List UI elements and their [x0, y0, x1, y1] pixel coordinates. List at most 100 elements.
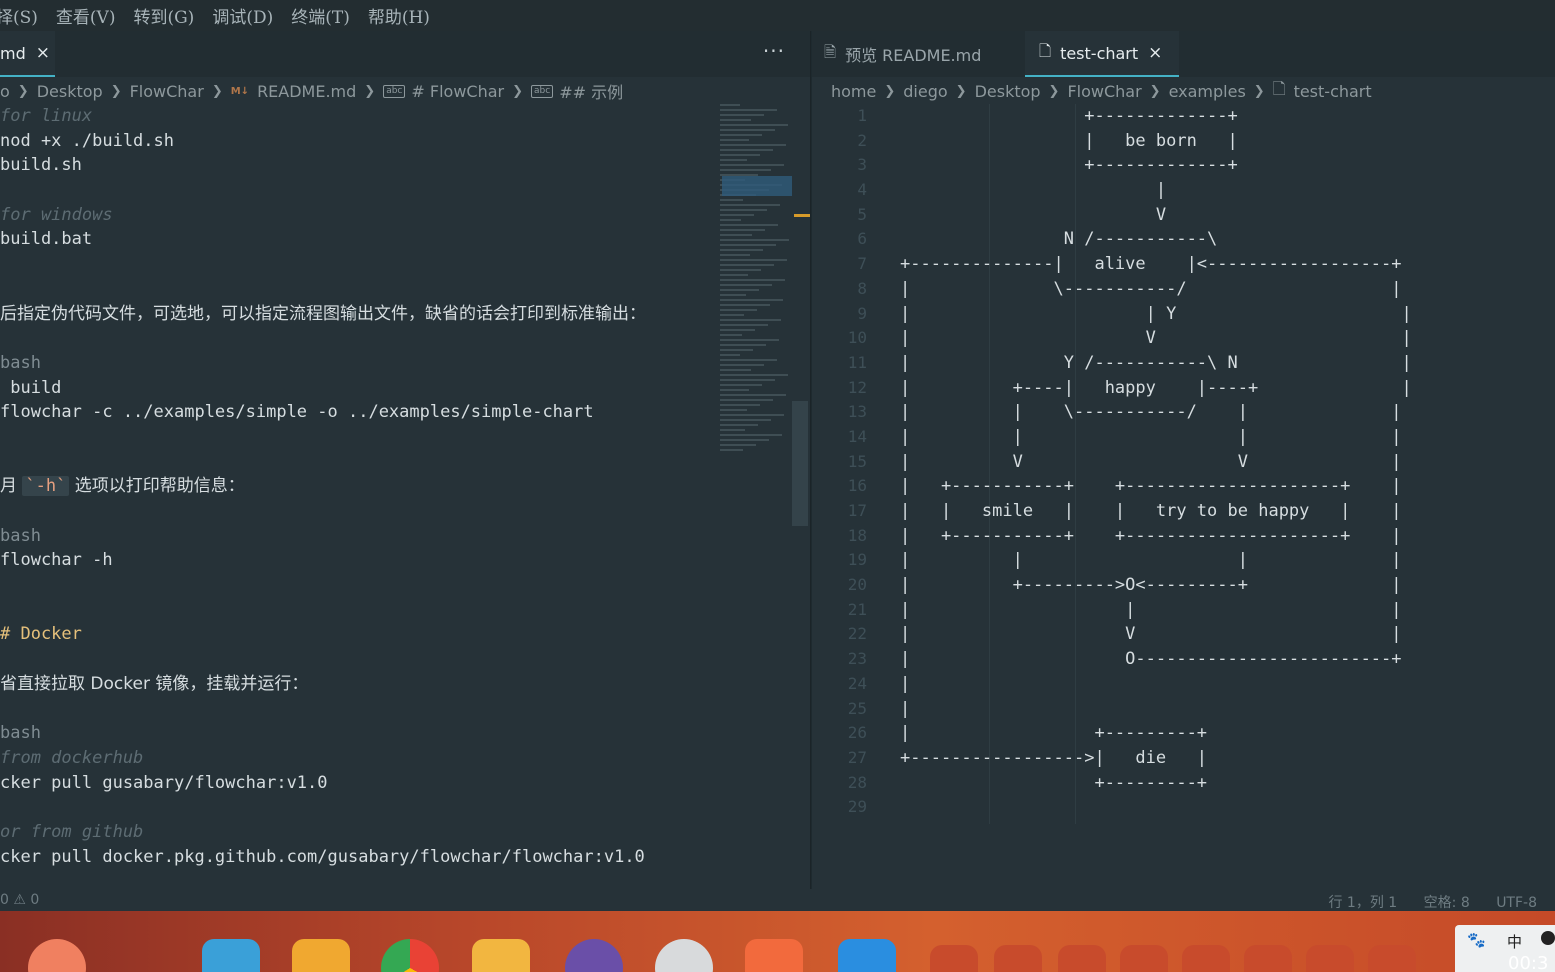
minimap-line	[720, 214, 754, 216]
chart-line: | V V |	[900, 451, 1402, 472]
breadcrumb-item[interactable]: examples	[1169, 82, 1246, 101]
tab-preview-readme[interactable]: 🗎 预览 README.md	[824, 31, 1019, 77]
minimap-line	[720, 299, 783, 301]
tray-app-icon[interactable]	[1058, 945, 1106, 972]
chart-line: | +--------->O<---------+ |	[900, 575, 1402, 596]
breadcrumb-item[interactable]: diego	[903, 82, 947, 101]
breadcrumb-item[interactable]: ## 示例	[559, 79, 623, 103]
minimap-line	[720, 264, 774, 266]
menu-item[interactable]: 择(S)	[0, 3, 38, 28]
volume-icon[interactable]	[1120, 945, 1168, 972]
minimap-line	[720, 389, 749, 391]
tray-app-icon[interactable]	[930, 945, 978, 972]
minimap-line	[720, 139, 749, 141]
minimap-highlight	[722, 176, 792, 196]
tab-test-chart[interactable]: 🗋 test-chart ×	[1025, 31, 1179, 77]
cursor-position[interactable]: 行 1，列 1	[1328, 895, 1397, 911]
chart-line	[900, 795, 1412, 820]
notification-icon[interactable]	[1244, 945, 1292, 972]
chart-line: | +-----------+ +---------------------+ …	[900, 525, 1402, 546]
more-actions-icon[interactable]: ···	[763, 39, 785, 63]
app-icon[interactable]	[28, 939, 86, 972]
symbol-string-icon: abc	[383, 84, 406, 98]
problems-indicator[interactable]: 0 ⚠ 0	[0, 892, 39, 908]
line-number: 5	[857, 204, 867, 224]
code-line: bash	[0, 352, 41, 373]
line-number: 18	[847, 525, 867, 545]
chrome-icon[interactable]	[381, 939, 439, 972]
battery-icon[interactable]	[1306, 945, 1354, 972]
close-icon[interactable]: ×	[36, 43, 50, 63]
tray-app-icon[interactable]	[994, 945, 1042, 972]
tray-app-icon[interactable]	[1368, 945, 1416, 972]
store-icon[interactable]	[292, 939, 350, 972]
breadcrumb-item[interactable]: Desktop	[975, 82, 1041, 101]
scrollbar[interactable]	[792, 401, 808, 526]
files-icon[interactable]	[202, 939, 260, 972]
slides-icon[interactable]	[745, 939, 803, 972]
chart-line: |	[900, 698, 911, 719]
tab-label: md	[0, 43, 26, 63]
wifi-icon[interactable]	[1182, 945, 1230, 972]
breadcrumb-item[interactable]: home	[831, 82, 876, 101]
chevron-right-icon: ❯	[512, 83, 524, 99]
minimap[interactable]	[720, 104, 810, 484]
breadcrumb-item[interactable]: Desktop	[37, 82, 103, 101]
chart-line: | | Y |	[900, 303, 1412, 324]
right-tab-bar: 🗎 预览 README.md 🗋 test-chart ×	[812, 31, 1555, 77]
minimap-line	[720, 229, 765, 231]
minimap-line	[720, 419, 771, 421]
left-editor-pane: md × ··· o ❯ Desktop ❯ FlowChar ❯ M↓ REA…	[0, 31, 811, 889]
breadcrumb-item[interactable]: README.md	[257, 82, 356, 101]
minimap-line	[720, 384, 762, 386]
line-number: 3	[857, 155, 867, 175]
photos-icon[interactable]	[472, 939, 530, 972]
minimap-line	[720, 259, 787, 261]
menu-item[interactable]: 帮助(H)	[368, 3, 430, 28]
breadcrumb-item[interactable]: # FlowChar	[411, 82, 504, 101]
tab-label: 预览 README.md	[845, 46, 982, 65]
minimap-line	[720, 309, 757, 311]
music-icon[interactable]	[565, 939, 623, 972]
close-icon[interactable]: ×	[1148, 43, 1162, 63]
minimap-line	[720, 434, 782, 436]
chart-line: | +---------+	[900, 723, 1208, 744]
breadcrumb-item[interactable]: o	[0, 82, 10, 101]
markdown-code[interactable]: for linux nod +x ./build.sh build.sh for wi…	[0, 104, 646, 869]
breadcrumb-item[interactable]: test-chart	[1294, 82, 1372, 101]
minimap-line	[720, 394, 786, 396]
ascii-flowchart[interactable]: +-------------+ | be born | +-----------…	[900, 104, 1412, 820]
vscode-icon[interactable]	[838, 939, 896, 972]
chart-line: | +-----------+ +---------------------+ …	[900, 476, 1402, 497]
chart-line: |	[900, 180, 1167, 201]
breadcrumb-item[interactable]: FlowChar	[1067, 82, 1141, 101]
ime-indicator[interactable]: 中	[1507, 931, 1522, 952]
minimap-line	[720, 329, 755, 331]
chart-line: | | smile | | try to be happy | |	[900, 501, 1402, 521]
minimap-line	[720, 444, 756, 446]
encoding[interactable]: UTF-8	[1496, 895, 1537, 911]
line-number: 9	[857, 303, 867, 323]
menu-item[interactable]: 调试(D)	[212, 3, 273, 28]
minimap-line	[720, 324, 768, 326]
menu-item[interactable]: 查看(V)	[56, 3, 116, 28]
chevron-right-icon: ❯	[364, 83, 376, 99]
code-line: flowchar -c ../examples/simple -o ../exa…	[0, 402, 594, 423]
menu-item[interactable]: 终端(T)	[291, 3, 350, 28]
settings-icon[interactable]	[655, 939, 713, 972]
breadcrumb-item[interactable]: FlowChar	[130, 82, 204, 101]
chart-line: | | |	[900, 599, 1402, 620]
indentation[interactable]: 空格: 8	[1424, 895, 1470, 911]
tab-label: test-chart	[1060, 43, 1139, 63]
minimap-line	[720, 334, 742, 336]
menu-item[interactable]: 转到(G)	[133, 3, 194, 28]
file-icon: 🗋	[1272, 78, 1286, 98]
clock[interactable]: 00:3	[1508, 953, 1548, 972]
paw-icon[interactable]: 🐾	[1467, 931, 1486, 949]
tab-readme[interactable]: md ×	[0, 31, 55, 77]
inline-code: `-h`	[22, 476, 70, 497]
line-number: 17	[847, 501, 867, 520]
